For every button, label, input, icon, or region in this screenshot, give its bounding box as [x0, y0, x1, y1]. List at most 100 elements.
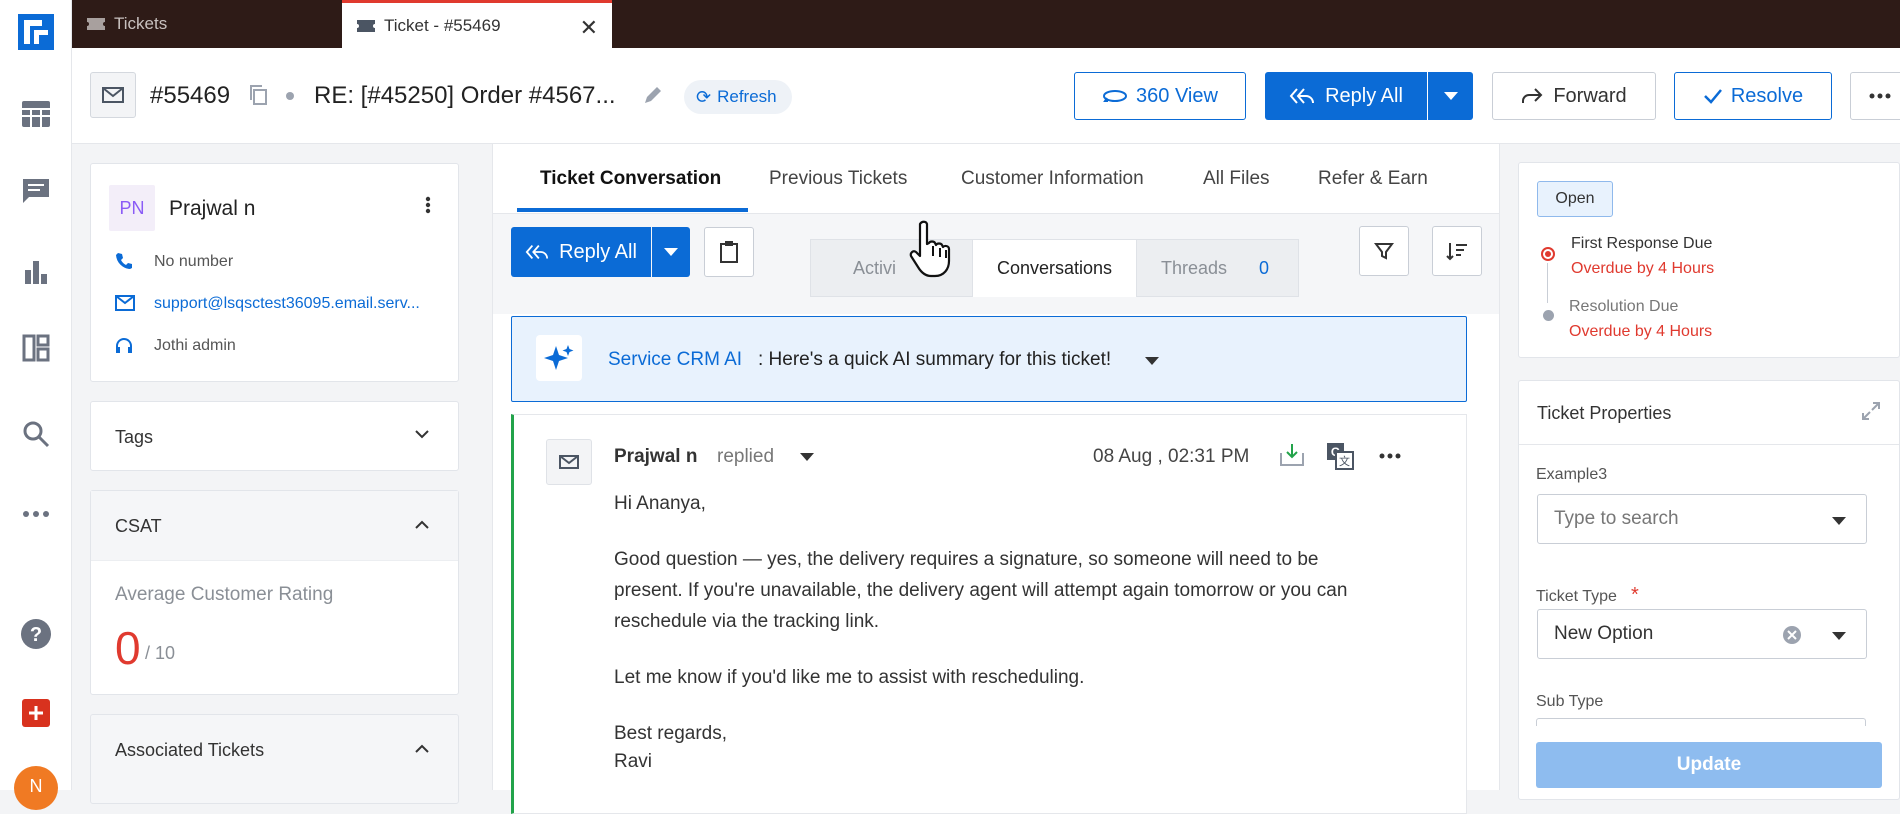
- caret-down-icon: [664, 248, 678, 256]
- tab-customer-information[interactable]: Customer Information: [961, 168, 1144, 190]
- toolbar-reply-all-button[interactable]: Reply All: [511, 227, 651, 277]
- main-tab-bar: Ticket Conversation Previous Tickets Cus…: [493, 144, 1499, 214]
- caret-down-icon[interactable]: [1145, 357, 1159, 365]
- rating-value: 0: [115, 622, 141, 674]
- tab-previous-tickets[interactable]: Previous Tickets: [769, 168, 907, 190]
- translate-icon[interactable]: G文: [1326, 442, 1354, 470]
- ticket-icon: [87, 18, 105, 30]
- threads-count-badge: 0: [1259, 257, 1270, 278]
- contact-name[interactable]: Prajwal n: [169, 197, 255, 221]
- sparkle-icon: [536, 335, 582, 381]
- caret-down-icon[interactable]: [800, 453, 814, 461]
- message-body-line: Let me know if you'd like me to assist w…: [614, 667, 1085, 688]
- forward-button[interactable]: Forward: [1492, 72, 1656, 120]
- contact-menu-icon[interactable]: [425, 196, 431, 214]
- filter-icon: [1374, 243, 1394, 260]
- tab-tickets[interactable]: Tickets: [72, 0, 342, 48]
- dashboard-icon[interactable]: [18, 330, 54, 366]
- message-timestamp: 08 Aug , 02:31 PM: [1093, 446, 1250, 467]
- chevron-up-icon[interactable]: [415, 520, 429, 529]
- message-signature: Ravi: [614, 751, 653, 772]
- subtab-conversations[interactable]: Conversations: [973, 239, 1136, 297]
- toolbar-reply-dropdown[interactable]: [652, 227, 690, 277]
- associated-tickets-panel[interactable]: Associated Tickets: [90, 714, 459, 804]
- help-icon[interactable]: ?: [18, 616, 54, 652]
- more-apps-icon[interactable]: [18, 496, 54, 532]
- status-badge[interactable]: Open: [1537, 181, 1613, 217]
- sort-button[interactable]: [1432, 226, 1482, 276]
- app-logo[interactable]: [18, 14, 54, 50]
- reply-all-icon: [1289, 88, 1315, 104]
- clipboard-button[interactable]: [704, 227, 754, 277]
- message-signoff: Best regards,: [614, 723, 727, 744]
- clear-icon[interactable]: [1782, 625, 1802, 645]
- subtab-threads-label: Threads: [1161, 257, 1228, 278]
- conversation-area: Ticket Conversation Previous Tickets Cus…: [492, 144, 1500, 814]
- ticket-header: #55469 RE: [#45250] Order #4567... ⟳ Ref…: [72, 48, 1900, 144]
- ticket-type-label: Ticket Type: [1536, 588, 1617, 605]
- 360-view-label: 360 View: [1136, 84, 1218, 107]
- add-icon[interactable]: [18, 695, 54, 731]
- tags-panel[interactable]: Tags: [90, 401, 459, 471]
- left-rail: ? N: [0, 0, 72, 810]
- close-icon[interactable]: ✕: [580, 15, 598, 41]
- mail-icon: [546, 439, 592, 485]
- pending-dot-icon: [1543, 310, 1554, 321]
- contact-email[interactable]: support@lsqsctest36095.email.serv...: [154, 295, 420, 313]
- sort-icon: [1446, 243, 1467, 261]
- more-icon: [1869, 93, 1891, 99]
- ticket-type-select[interactable]: New Option: [1537, 609, 1867, 659]
- csat-panel: CSAT Average Customer Rating 0 / 10: [90, 490, 459, 695]
- 360-view-button[interactable]: 360 View: [1074, 72, 1246, 120]
- subtab-activity-label: Activi: [853, 257, 897, 278]
- refresh-button[interactable]: ⟳ Refresh: [684, 80, 792, 114]
- sub-type-label: Sub Type: [1536, 693, 1604, 710]
- chevron-up-icon[interactable]: [415, 744, 429, 753]
- clipboard-icon: [720, 241, 738, 263]
- subtab-threads[interactable]: Threads 0: [1136, 239, 1299, 297]
- first-response-value: Overdue by 4 Hours: [1571, 260, 1715, 277]
- csat-header[interactable]: CSAT: [91, 491, 458, 561]
- ticket-id: #55469: [150, 82, 231, 109]
- example3-placeholder: Type to search: [1554, 508, 1679, 529]
- message-action: replied: [717, 446, 775, 467]
- expand-icon[interactable]: [1861, 401, 1881, 421]
- resolve-button[interactable]: Resolve: [1674, 72, 1832, 120]
- update-button[interactable]: Update: [1536, 742, 1882, 788]
- table-icon[interactable]: [18, 96, 54, 132]
- example3-select[interactable]: Type to search: [1537, 494, 1867, 544]
- tab-ticket-55469[interactable]: Ticket - #55469 ✕: [342, 0, 612, 48]
- filter-button[interactable]: [1359, 226, 1409, 276]
- reports-icon[interactable]: [18, 254, 54, 290]
- download-icon[interactable]: [1279, 443, 1305, 467]
- chat-icon[interactable]: [18, 173, 54, 209]
- more-actions-button[interactable]: [1850, 72, 1900, 120]
- timeline-line: [1547, 263, 1548, 303]
- tab-ticket-conversation[interactable]: Ticket Conversation: [540, 168, 721, 190]
- tab-label: Ticket - #55469: [384, 15, 501, 35]
- message-more-icon[interactable]: [1379, 453, 1401, 459]
- edit-icon[interactable]: [642, 84, 664, 106]
- reply-options-dropdown[interactable]: [1428, 72, 1473, 120]
- copy-icon[interactable]: [248, 84, 268, 106]
- resolve-label: Resolve: [1730, 84, 1804, 107]
- separator-dot: [286, 92, 294, 100]
- contact-avatar: PN: [109, 185, 155, 231]
- subtab-conversations-label: Conversations: [996, 258, 1113, 278]
- search-icon[interactable]: [18, 416, 54, 452]
- resolution-label: Resolution Due: [1569, 298, 1679, 315]
- reply-all-button[interactable]: Reply All: [1265, 72, 1427, 120]
- tab-refer-earn[interactable]: Refer & Earn: [1318, 168, 1428, 190]
- ticket-subject: RE: [#45250] Order #4567...: [314, 82, 616, 109]
- message-body-line: present. If you're unavailable, the deli…: [614, 580, 1348, 601]
- tab-all-files[interactable]: All Files: [1203, 168, 1270, 190]
- chevron-down-icon[interactable]: [415, 430, 429, 439]
- message-body-line: Good question — yes, the delivery requir…: [614, 549, 1319, 570]
- contact-phone: No number: [154, 253, 234, 270]
- ai-summary-text: : Here's a quick AI summary for this tic…: [758, 349, 1112, 370]
- ai-summary-banner[interactable]: Service CRM AI : Here's a quick AI summa…: [511, 316, 1467, 402]
- contact-initials: PN: [119, 197, 145, 218]
- user-avatar[interactable]: N: [14, 766, 58, 810]
- svg-text:?: ?: [30, 624, 42, 646]
- caret-down-icon: [1832, 632, 1846, 640]
